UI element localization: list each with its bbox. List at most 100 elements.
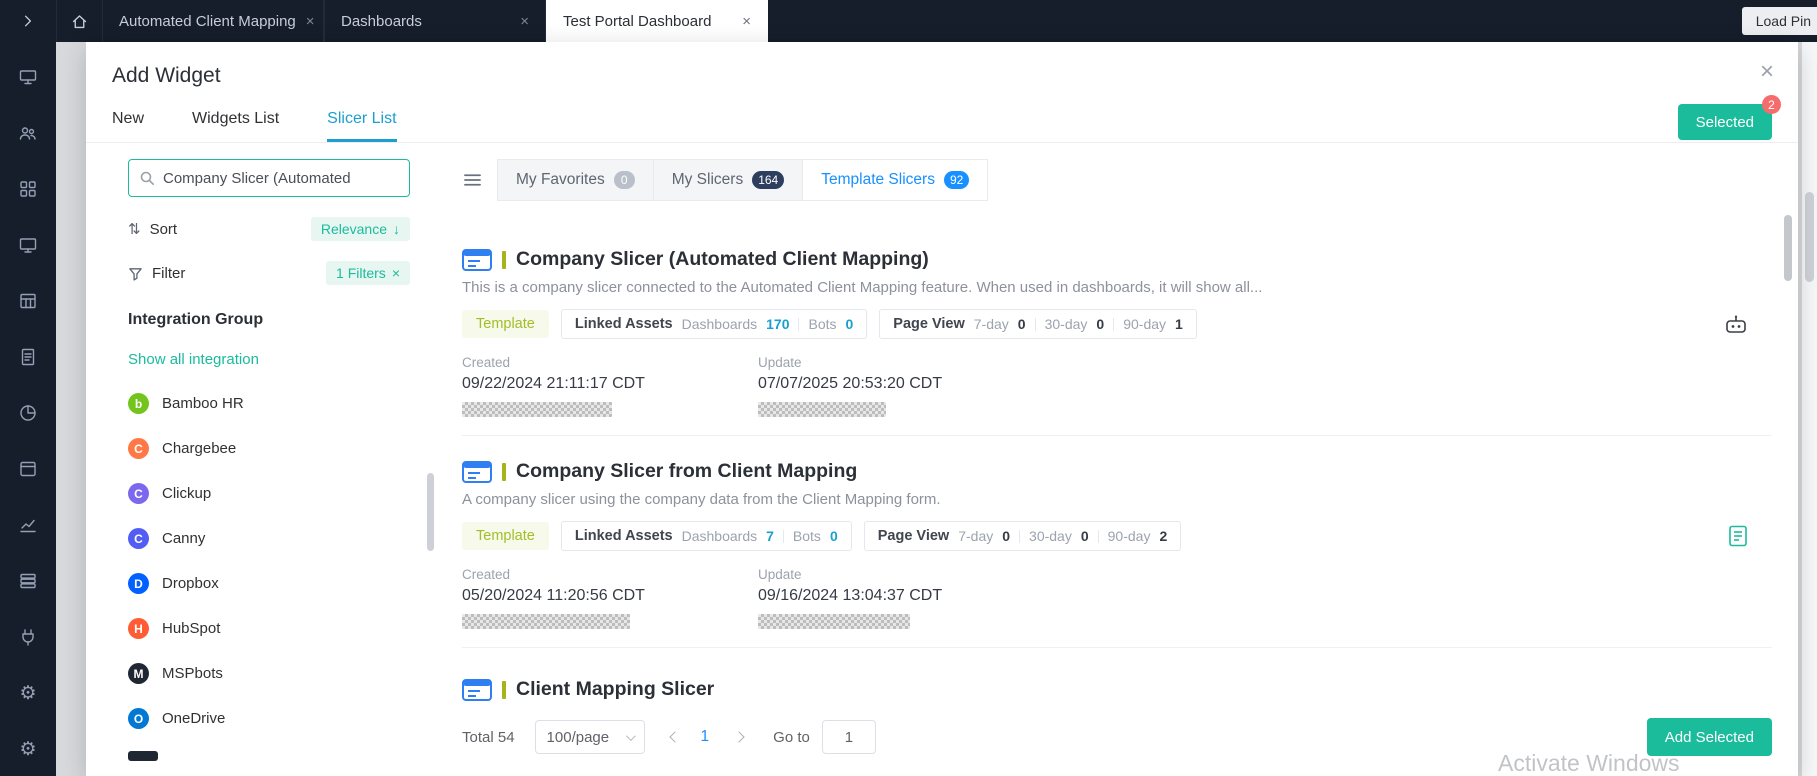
gear-icon[interactable]: ⚙ — [17, 738, 39, 760]
slicer-cards: Company Slicer (Automated Client Mapping… — [462, 224, 1772, 719]
close-tab-icon[interactable]: × — [306, 13, 315, 30]
sidebar-expand-button[interactable] — [0, 0, 56, 42]
dashboards-count: 7 — [766, 528, 774, 544]
nav-tab-test-portal-dashboard[interactable]: Test Portal Dashboard × — [546, 0, 768, 42]
nav-tabs: Automated Client Mapping × Dashboards × … — [102, 0, 768, 42]
modal-header: Add Widget × New Widgets List Slicer Lis… — [86, 42, 1798, 143]
slicer-title: Company Slicer (Automated Client Mapping… — [516, 248, 929, 270]
tab-my-slicers[interactable]: My Slicers 164 — [653, 159, 804, 201]
integration-item-chargebee[interactable]: C Chargebee — [128, 438, 442, 459]
integration-item-onedrive[interactable]: O OneDrive — [128, 708, 442, 729]
redacted-author — [758, 614, 910, 629]
selected-button[interactable]: Selected 2 — [1677, 95, 1781, 140]
home-button[interactable] — [56, 0, 102, 42]
divider — [1113, 317, 1115, 331]
created-value: 09/22/2024 21:11:17 CDT — [462, 375, 645, 392]
sort-value-badge[interactable]: Relevance ↓ — [310, 217, 410, 241]
linked-assets-pill: Linked Assets Dashboards 7 Bots 0 — [560, 521, 852, 551]
prev-page-button[interactable] — [668, 731, 681, 743]
filter-value-badge[interactable]: 1 Filters × — [326, 261, 410, 285]
page-size-select[interactable]: 100/page — [534, 720, 645, 754]
integration-item-clickup[interactable]: C Clickup — [128, 483, 442, 504]
integration-item-mspbots[interactable]: M MSPbots — [128, 663, 442, 684]
close-tab-icon[interactable]: × — [520, 13, 529, 30]
slicer-title: Company Slicer from Client Mapping — [516, 460, 858, 482]
7day-count: 0 — [1002, 528, 1011, 544]
template-slicers-count-badge: 92 — [943, 171, 970, 189]
slicer-card[interactable]: Company Slicer from Client Mapping A com… — [462, 436, 1772, 648]
close-tab-icon[interactable]: × — [742, 13, 751, 30]
selected-count-badge: 2 — [1762, 95, 1781, 114]
goto-page-input[interactable] — [821, 720, 876, 754]
nav-tab-automated-client-mapping[interactable]: Automated Client Mapping × — [102, 0, 324, 42]
slicer-card[interactable]: Company Slicer (Automated Client Mapping… — [462, 224, 1772, 436]
integration-label: OneDrive — [162, 710, 226, 727]
tab-slicer-list[interactable]: Slicer List — [327, 110, 396, 142]
home-icon — [72, 14, 87, 28]
integration-item-dropbox[interactable]: D Dropbox — [128, 573, 442, 594]
mspbots-icon: M — [128, 663, 149, 684]
tab-template-slicers[interactable]: Template Slicers 92 — [803, 159, 989, 201]
list-scrollbar-thumb[interactable] — [1784, 215, 1792, 281]
redacted-author — [758, 402, 886, 417]
bots-label: Bots — [808, 316, 837, 332]
add-selected-button[interactable]: Add Selected — [1646, 718, 1772, 756]
billboard-icon[interactable] — [17, 66, 39, 88]
filter-panel-scrollbar[interactable] — [427, 473, 434, 551]
tab-new[interactable]: New — [112, 110, 144, 142]
redacted-author — [462, 402, 612, 417]
pie-chart-icon[interactable] — [17, 402, 39, 424]
integration-item-canny[interactable]: C Canny — [128, 528, 442, 549]
filter-row: Filter 1 Filters × — [128, 261, 410, 285]
sort-label: Sort — [149, 220, 178, 238]
clear-filter-icon[interactable]: × — [392, 265, 400, 281]
tab-widgets-list[interactable]: Widgets List — [192, 110, 279, 142]
chargebee-icon: C — [128, 438, 149, 459]
created-label: Created — [462, 355, 511, 370]
clickup-icon: C — [128, 483, 149, 504]
sort-row: ⇅ Sort Relevance ↓ — [128, 217, 410, 241]
90day-label: 90-day — [1107, 528, 1151, 544]
integration-label: Chargebee — [162, 440, 237, 457]
integration-item-hubspot[interactable]: H HubSpot — [128, 618, 442, 639]
add-widget-modal: Add Widget × New Widgets List Slicer Lis… — [86, 42, 1798, 776]
show-all-integration-link[interactable]: Show all integration — [128, 351, 259, 368]
linked-assets-label: Linked Assets — [574, 316, 673, 332]
integration-item-bamboo-hr[interactable]: b Bamboo HR — [128, 393, 442, 414]
next-page-button[interactable] — [733, 731, 745, 743]
template-badge: Template — [462, 310, 549, 338]
settings-gear-icon[interactable]: ⚙ — [17, 682, 39, 704]
window-icon[interactable] — [17, 458, 39, 480]
nav-tab-label: Test Portal Dashboard — [563, 12, 712, 30]
tab-my-favorites[interactable]: My Favorites 0 — [497, 159, 654, 201]
current-page[interactable]: 1 — [701, 728, 710, 746]
monitor-icon[interactable] — [17, 234, 39, 256]
plug-icon[interactable] — [17, 626, 39, 648]
search-box — [128, 159, 410, 197]
robot-icon — [1724, 314, 1748, 335]
table-icon[interactable] — [17, 290, 39, 312]
slicer-list-panel: My Favorites 0 My Slicers 164 Template S… — [442, 143, 1798, 772]
nav-tab-dashboards[interactable]: Dashboards × — [324, 0, 546, 42]
search-input[interactable] — [163, 169, 399, 187]
list-menu-icon[interactable] — [462, 159, 497, 201]
apps-grid-icon[interactable] — [17, 178, 39, 200]
7day-label: 7-day — [973, 316, 1009, 332]
integration-label: Clickup — [162, 485, 212, 502]
line-chart-icon[interactable] — [17, 514, 39, 536]
dashboards-label: Dashboards — [681, 528, 758, 544]
modal-tabs: New Widgets List Slicer List — [112, 110, 1772, 142]
page-view-pill: Page View 7-day 0 30-day 0 90-day 1 — [879, 309, 1197, 339]
title-marker — [502, 680, 506, 699]
load-pin-button[interactable]: Load Pin — [1741, 7, 1817, 35]
screen: { "colors": { "accent_teal": "#1abc9c", … — [0, 0, 1817, 776]
title-marker — [502, 462, 506, 481]
30day-count: 0 — [1080, 528, 1089, 544]
page-scrollbar-thumb[interactable] — [1805, 192, 1814, 282]
document-icon[interactable] — [17, 346, 39, 368]
30day-count: 0 — [1096, 316, 1105, 332]
page-scrollbar[interactable] — [1802, 42, 1817, 776]
modal-close-icon[interactable]: × — [1760, 60, 1774, 84]
rows-icon[interactable] — [17, 570, 39, 592]
team-icon[interactable] — [17, 122, 39, 144]
